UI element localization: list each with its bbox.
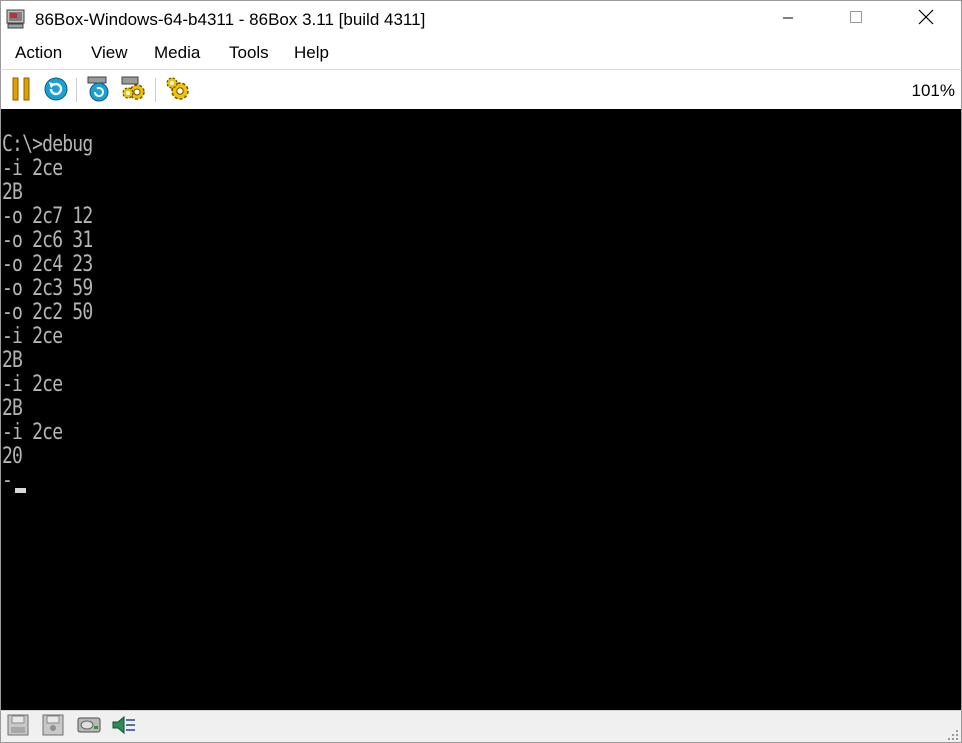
ctrl-alt-del-button[interactable]	[85, 75, 113, 108]
menu-view[interactable]: View	[91, 43, 128, 63]
console-line: -o 2c4 23	[2, 252, 93, 277]
machine-settings-button[interactable]	[164, 75, 192, 108]
console-line: -i 2ce	[2, 156, 63, 181]
zoom-level: 101%	[911, 81, 955, 100]
pause-button[interactable]	[7, 77, 35, 105]
toolbar-separator	[155, 78, 156, 102]
toolbar-separator	[76, 78, 77, 102]
emulator-screen[interactable]: C:\>debug -i 2ce 2B -o 2c7 12 -o 2c6 31 …	[0, 109, 962, 710]
menu-bar: Action View Media Tools Help	[0, 38, 962, 69]
close-button[interactable]	[903, 1, 949, 38]
console-line: -o 2c7 12	[2, 204, 93, 229]
gear-icon	[120, 75, 148, 108]
reset-icon	[43, 76, 69, 107]
console-line: 2B	[2, 180, 23, 205]
minimize-button[interactable]	[765, 1, 811, 38]
console-line: -i 2ce	[2, 420, 63, 445]
86box-computer-icon[interactable]	[6, 9, 26, 29]
hard-disk-icon	[77, 715, 101, 740]
maximize-button[interactable]	[833, 1, 879, 38]
menu-tools[interactable]: Tools	[229, 43, 269, 63]
ctrl-alt-del-icon	[85, 75, 113, 108]
console-line: -i 2ce	[2, 372, 63, 397]
hard-disk-button[interactable]	[77, 715, 101, 739]
console-line: 2B	[2, 396, 23, 421]
hard-reset-button[interactable]	[42, 77, 70, 105]
dos-console: C:\>debug -i 2ce 2B -o 2c7 12 -o 2c6 31 …	[2, 133, 112, 493]
menu-help[interactable]: Help	[294, 43, 329, 63]
window-title: 86Box-Windows-64-b4311 - 86Box 3.11 [bui…	[35, 10, 426, 29]
floppy-drive-a-icon	[7, 714, 29, 741]
pause-icon	[9, 76, 33, 107]
gear-settings-icon	[164, 75, 192, 108]
menu-action[interactable]: Action	[15, 43, 62, 63]
settings-button[interactable]	[120, 75, 148, 108]
title-bar[interactable]: 86Box-Windows-64-b4311 - 86Box 3.11 [bui…	[0, 0, 962, 38]
floppy-drive-b-button[interactable]	[41, 714, 65, 741]
sound-button[interactable]	[112, 715, 136, 739]
maximize-icon	[849, 10, 863, 29]
floppy-drive-b-icon	[42, 714, 64, 741]
console-line: 2B	[2, 348, 23, 373]
resize-grip-icon[interactable]	[947, 728, 959, 740]
status-bar	[0, 710, 962, 743]
console-line: -o 2c2 50	[2, 300, 93, 325]
console-line: -i 2ce	[2, 324, 63, 349]
console-line: 20	[2, 444, 23, 469]
menu-media[interactable]: Media	[154, 43, 200, 63]
console-line: -o 2c3 59	[2, 276, 93, 301]
floppy-drive-a-button[interactable]	[6, 714, 30, 741]
sound-icon	[111, 714, 137, 741]
text-cursor	[15, 488, 26, 493]
console-line: C:\>debug	[2, 132, 93, 157]
console-line: -o 2c6 31	[2, 228, 93, 253]
close-icon	[918, 9, 934, 30]
minimize-icon	[782, 11, 794, 29]
toolbar: 101%	[0, 69, 962, 109]
